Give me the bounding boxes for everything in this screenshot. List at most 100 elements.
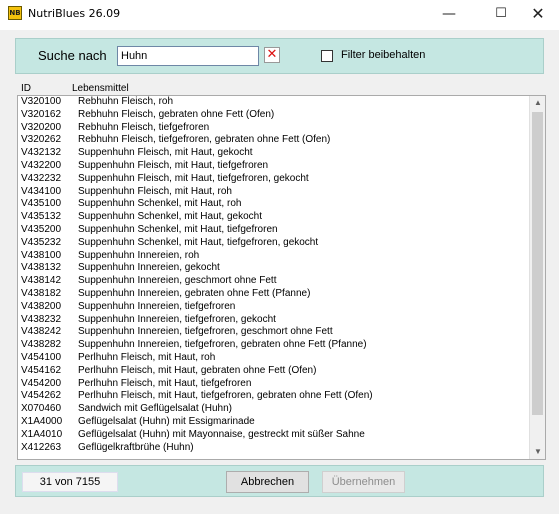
search-label: Suche nach <box>38 48 107 63</box>
item-name: Rebhuhn Fleisch, tiefgefroren, gebraten … <box>78 134 331 146</box>
item-id: V438182 <box>21 287 62 299</box>
list-item[interactable]: V438182 Suppenhuhn Innereien, gebraten oh… <box>18 288 529 301</box>
app-icon: NB <box>8 6 22 20</box>
item-name: Suppenhuhn Innereien, geschmort ohne Fet… <box>78 275 277 287</box>
list-item[interactable]: V432200 Suppenhuhn Fleisch, mit Haut, tie… <box>18 160 529 173</box>
list-item[interactable]: V320100 Rebhuhn Fleisch, roh <box>18 96 529 109</box>
item-id: V438100 <box>21 249 62 261</box>
keep-filter-checkbox[interactable] <box>321 50 333 62</box>
item-id: V454262 <box>21 390 62 402</box>
cancel-button[interactable]: Abbrechen <box>226 471 309 493</box>
list-item[interactable]: V438282 Suppenhuhn Innereien, tiefgefrore… <box>18 339 529 352</box>
list-item[interactable]: V438132 Suppenhuhn Innereien, gekocht <box>18 262 529 275</box>
item-name: Rebhuhn Fleisch, gebraten ohne Fett (Ofe… <box>78 108 275 120</box>
vertical-scrollbar[interactable]: ▲ ▼ <box>529 96 545 459</box>
list-item[interactable]: V438142 Suppenhuhn Innereien, geschmort o… <box>18 275 529 288</box>
keep-filter-label: Filter beibehalten <box>341 49 426 61</box>
item-name: Suppenhuhn Fleisch, mit Haut, gekocht <box>78 147 253 159</box>
column-header-id[interactable]: ID <box>21 83 31 94</box>
item-id: V320162 <box>21 108 62 120</box>
item-name: Sandwich mit Geflügelsalat (Huhn) <box>78 403 232 415</box>
item-name: Perlhuhn Fleisch, mit Haut, roh <box>78 351 216 363</box>
item-name: Geflügelkraftbrühe (Huhn) <box>78 441 194 453</box>
item-id: V432232 <box>21 172 62 184</box>
list-item[interactable]: V438232 Suppenhuhn Innereien, tiefgefrore… <box>18 314 529 327</box>
scroll-up-icon[interactable]: ▲ <box>530 96 545 110</box>
list-item[interactable]: V454162 Perlhuhn Fleisch, mit Haut, gebra… <box>18 365 529 378</box>
result-count: 31 von 7155 <box>22 472 118 492</box>
item-name: Suppenhuhn Innereien, roh <box>78 249 200 261</box>
item-id: V432200 <box>21 159 62 171</box>
list-item[interactable]: V432132 Suppenhuhn Fleisch, mit Haut, gek… <box>18 147 529 160</box>
item-id: V454100 <box>21 351 62 363</box>
item-id: V432132 <box>21 147 62 159</box>
scroll-thumb[interactable] <box>532 112 543 415</box>
list-item[interactable]: X412263 Geflügelkraftbrühe (Huhn) <box>18 442 529 455</box>
item-id: V438200 <box>21 300 62 312</box>
window-title: NutriBlues 26.09 <box>28 7 121 20</box>
item-name: Suppenhuhn Schenkel, mit Haut, tiefgefro… <box>78 223 278 235</box>
item-name: Suppenhuhn Schenkel, mit Haut, gekocht <box>78 211 263 223</box>
title-bar: NB NutriBlues 26.09 — ☐ ✕ <box>0 0 559 30</box>
item-id: X412263 <box>21 441 62 453</box>
list-item[interactable]: V320162 Rebhuhn Fleisch, gebraten ohne Fe… <box>18 109 529 122</box>
list-item[interactable]: V434100 Suppenhuhn Fleisch, mit Haut, roh <box>18 186 529 199</box>
item-id: V438142 <box>21 275 62 287</box>
item-name: Suppenhuhn Fleisch, mit Haut, tiefgefror… <box>78 159 269 171</box>
scroll-down-icon[interactable]: ▼ <box>530 445 545 459</box>
list-item[interactable]: V435132 Suppenhuhn Schenkel, mit Haut, ge… <box>18 211 529 224</box>
list-item[interactable]: V320262 Rebhuhn Fleisch, tiefgefroren, ge… <box>18 134 529 147</box>
list-item[interactable]: V438200 Suppenhuhn Innereien, tiefgefrore… <box>18 301 529 314</box>
item-id: V454200 <box>21 377 62 389</box>
results-list[interactable]: V320100 Rebhuhn Fleisch, roh V320162 Rebhuh… <box>17 95 546 460</box>
item-id: V435132 <box>21 211 62 223</box>
item-id: V438282 <box>21 339 62 351</box>
item-id: V438132 <box>21 262 62 274</box>
item-name: Suppenhuhn Innereien, tiefgefroren, gesc… <box>78 326 333 338</box>
item-id: V320200 <box>21 121 62 133</box>
list-item[interactable]: V438242 Suppenhuhn Innereien, tiefgefrore… <box>18 326 529 339</box>
item-id: V320262 <box>21 134 62 146</box>
column-header-food[interactable]: Lebensmittel <box>72 83 129 94</box>
list-item[interactable]: X1A4010 Geflügelsalat (Huhn) mit Mayonnai… <box>18 429 529 442</box>
minimize-button[interactable]: — <box>427 0 471 30</box>
item-id: V435100 <box>21 198 62 210</box>
item-id: V438232 <box>21 313 62 325</box>
results-rows: V320100 Rebhuhn Fleisch, roh V320162 Rebhuh… <box>18 96 529 454</box>
item-name: Perlhuhn Fleisch, mit Haut, tiefgefroren <box>78 377 252 389</box>
item-id: X1A4010 <box>21 428 63 440</box>
item-id: V438242 <box>21 326 62 338</box>
list-item[interactable]: V454200 Perlhuhn Fleisch, mit Haut, tiefg… <box>18 378 529 391</box>
list-item[interactable]: V320200 Rebhuhn Fleisch, tiefgefroren <box>18 122 529 135</box>
list-item[interactable]: V432232 Suppenhuhn Fleisch, mit Haut, tie… <box>18 173 529 186</box>
item-id: V435232 <box>21 236 62 248</box>
item-id: V320100 <box>21 96 62 107</box>
clear-search-icon[interactable]: ✕ <box>264 47 280 63</box>
item-name: Suppenhuhn Fleisch, mit Haut, tiefgefror… <box>78 172 309 184</box>
item-name: Suppenhuhn Innereien, gekocht <box>78 262 220 274</box>
list-item[interactable]: X1A4000 Geflügelsalat (Huhn) mit Essigmar… <box>18 416 529 429</box>
list-item[interactable]: V435100 Suppenhuhn Schenkel, mit Haut, ro… <box>18 198 529 211</box>
item-name: Suppenhuhn Fleisch, mit Haut, roh <box>78 185 232 197</box>
item-id: V435200 <box>21 223 62 235</box>
list-item[interactable]: V435232 Suppenhuhn Schenkel, mit Haut, ti… <box>18 237 529 250</box>
list-item[interactable]: X070460 Sandwich mit Geflügelsalat (Huhn) <box>18 403 529 416</box>
item-name: Rebhuhn Fleisch, roh <box>78 96 174 107</box>
item-id: X1A4000 <box>21 415 63 427</box>
search-input[interactable] <box>117 46 259 66</box>
item-name: Suppenhuhn Schenkel, mit Haut, roh <box>78 198 242 210</box>
item-id: X070460 <box>21 403 62 415</box>
list-item[interactable]: V454262 Perlhuhn Fleisch, mit Haut, tiefg… <box>18 390 529 403</box>
item-name: Suppenhuhn Innereien, tiefgefroren <box>78 300 236 312</box>
item-name: Perlhuhn Fleisch, mit Haut, gebraten ohn… <box>78 364 317 376</box>
list-item[interactable]: V438100 Suppenhuhn Innereien, roh <box>18 250 529 263</box>
item-id: V434100 <box>21 185 62 197</box>
list-item[interactable]: V435200 Suppenhuhn Schenkel, mit Haut, ti… <box>18 224 529 237</box>
list-item[interactable]: V454100 Perlhuhn Fleisch, mit Haut, roh <box>18 352 529 365</box>
item-name: Geflügelsalat (Huhn) mit Mayonnaise, ges… <box>78 428 365 440</box>
apply-button[interactable]: Übernehmen <box>322 471 405 493</box>
item-name: Geflügelsalat (Huhn) mit Essigmarinade <box>78 415 255 427</box>
item-name: Rebhuhn Fleisch, tiefgefroren <box>78 121 210 133</box>
item-name: Suppenhuhn Schenkel, mit Haut, tiefgefro… <box>78 236 319 248</box>
close-button[interactable]: ✕ <box>516 0 559 30</box>
